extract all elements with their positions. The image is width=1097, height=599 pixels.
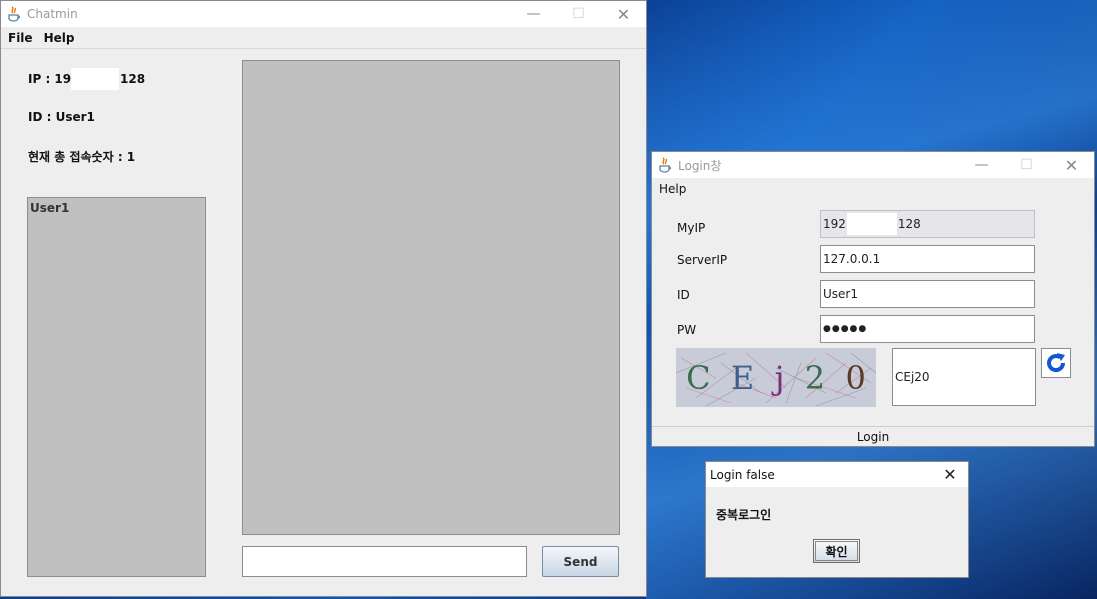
menu-file[interactable]: File xyxy=(1,31,40,45)
ok-button[interactable]: 확인 xyxy=(813,539,860,563)
id-input[interactable]: User1 xyxy=(820,280,1035,308)
dialog-title: Login false xyxy=(710,467,775,482)
list-item[interactable]: User1 xyxy=(28,198,205,218)
login-window: Login창 — ☐ ✕ Help MyIP 192 128 ServerIP … xyxy=(651,151,1095,447)
ip-suffix: 128 xyxy=(120,72,146,86)
close-button[interactable]: ✕ xyxy=(1049,152,1094,178)
redacted-ip-mask xyxy=(846,213,897,235)
close-button[interactable]: ✕ xyxy=(601,1,646,27)
java-icon xyxy=(6,6,22,22)
login-button[interactable]: Login xyxy=(652,426,1094,446)
send-button[interactable]: Send xyxy=(542,546,619,577)
chat-titlebar[interactable]: Chatmin — ☐ ✕ xyxy=(1,1,646,27)
dialog-message: 중복로그인 xyxy=(716,508,772,522)
login-window-title: Login창 xyxy=(678,158,722,173)
captcha-char: 0 xyxy=(845,358,866,397)
captcha-char: C xyxy=(686,358,711,397)
connected-count-label: 현재 총 접속숫자 : 1 xyxy=(28,150,136,164)
myip-prefix: 192 xyxy=(823,217,846,231)
serverip-input[interactable]: 127.0.0.1 xyxy=(820,245,1035,273)
java-icon xyxy=(657,157,673,173)
login-titlebar[interactable]: Login창 — ☐ ✕ xyxy=(652,152,1094,178)
captcha-text: C E j 2 0 xyxy=(676,348,876,407)
id-label: ID xyxy=(677,288,690,302)
chat-window-title: Chatmin xyxy=(27,7,78,21)
myip-label: MyIP xyxy=(677,221,706,235)
message-input[interactable] xyxy=(242,546,527,577)
user-list[interactable]: User1 xyxy=(27,197,206,577)
maximize-button[interactable]: ☐ xyxy=(1004,152,1049,178)
pw-label: PW xyxy=(677,323,697,337)
captcha-char: E xyxy=(730,358,755,397)
captcha-image: C E j 2 0 xyxy=(676,348,876,407)
minimize-button[interactable]: — xyxy=(959,152,1004,178)
captcha-input[interactable]: CEj20 xyxy=(892,348,1036,406)
refresh-icon xyxy=(1047,353,1066,373)
password-input[interactable]: ●●●●● xyxy=(820,315,1035,343)
serverip-label: ServerIP xyxy=(677,253,728,267)
chat-menubar: File Help xyxy=(1,27,646,49)
menu-help[interactable]: Help xyxy=(652,182,693,196)
captcha-char: j xyxy=(774,358,785,397)
dialog-titlebar[interactable]: Login false ✕ xyxy=(706,462,968,487)
captcha-char: 2 xyxy=(804,358,826,397)
login-false-dialog: Login false ✕ 중복로그인 확인 xyxy=(705,461,969,578)
menu-help[interactable]: Help xyxy=(40,31,82,45)
close-button[interactable]: ✕ xyxy=(931,462,969,487)
id-label: ID : User1 xyxy=(28,110,95,124)
minimize-button[interactable]: — xyxy=(511,1,556,27)
login-menubar: Help xyxy=(652,178,1094,200)
chat-message-area[interactable] xyxy=(242,60,620,535)
myip-field: 192 128 xyxy=(820,210,1035,238)
maximize-button[interactable]: ☐ xyxy=(556,1,601,27)
myip-suffix: 128 xyxy=(897,217,921,231)
chat-window: Chatmin — ☐ ✕ File Help IP : 192 128 ID … xyxy=(0,0,647,597)
captcha-refresh-button[interactable] xyxy=(1041,348,1071,378)
redacted-ip-mask xyxy=(71,68,119,90)
